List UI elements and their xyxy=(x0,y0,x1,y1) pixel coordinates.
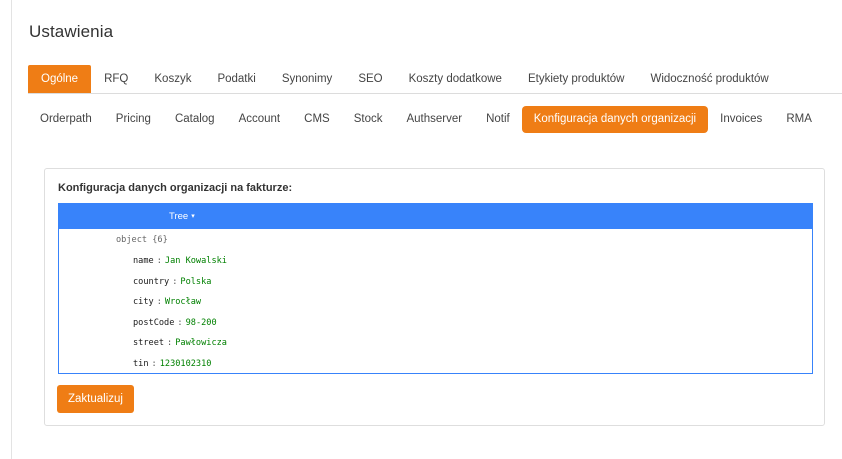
tab-koszyk[interactable]: Koszyk xyxy=(141,65,204,93)
subtab-authserver[interactable]: Authserver xyxy=(394,106,474,133)
editor-mode-dropdown[interactable]: Tree ▾ xyxy=(163,204,201,229)
json-field-tin[interactable]: tin:1230102310 xyxy=(133,357,211,371)
json-value[interactable]: Pawłowicza xyxy=(175,338,227,348)
json-separator: : xyxy=(172,276,178,287)
subtab-notif[interactable]: Notif xyxy=(474,106,522,133)
tab-etykiety-produktow[interactable]: Etykiety produktów xyxy=(515,65,638,93)
json-key[interactable]: tin xyxy=(133,359,149,369)
json-key[interactable]: postCode xyxy=(133,318,174,328)
json-field-city[interactable]: city: Wrocław xyxy=(133,295,201,309)
json-editor-toolbar: Tree ▾ xyxy=(59,204,812,229)
tab-rfq[interactable]: RFQ xyxy=(91,65,141,93)
subtab-rma[interactable]: RMA xyxy=(774,106,824,133)
page-title: Ustawienia xyxy=(29,22,114,41)
organization-config-card: Konfiguracja danych organizacji na faktu… xyxy=(44,168,825,426)
json-value[interactable]: Wrocław xyxy=(165,297,201,307)
editor-mode-label: Tree xyxy=(169,211,189,222)
subtab-stock[interactable]: Stock xyxy=(342,106,395,133)
json-separator: : xyxy=(177,317,183,328)
card-title: Konfiguracja danych organizacji na faktu… xyxy=(58,182,293,194)
tab-widocznosc-produktow[interactable]: Widoczność produktów xyxy=(637,65,781,93)
subtab-invoices[interactable]: Invoices xyxy=(708,106,774,133)
json-field-postcode[interactable]: postCode:98-200 xyxy=(133,316,217,330)
subtab-pricing[interactable]: Pricing xyxy=(104,106,163,133)
json-separator: : xyxy=(167,338,173,348)
secondary-tabs: Orderpath Pricing Catalog Account CMS St… xyxy=(28,106,824,133)
json-key[interactable]: street xyxy=(133,338,164,348)
update-button[interactable]: Zaktualizuj xyxy=(57,385,134,413)
json-separator: : xyxy=(151,358,157,369)
tabs-divider xyxy=(28,93,842,94)
tab-seo[interactable]: SEO xyxy=(345,65,395,93)
left-border xyxy=(11,0,12,459)
subtab-catalog[interactable]: Catalog xyxy=(163,106,227,133)
tab-koszty-dodatkowe[interactable]: Koszty dodatkowe xyxy=(396,65,515,93)
primary-tabs: Ogólne RFQ Koszyk Podatki Synonimy SEO K… xyxy=(28,65,782,93)
subtab-orderpath[interactable]: Orderpath xyxy=(28,106,104,133)
json-field-street[interactable]: street: Pawłowicza xyxy=(133,336,227,350)
subtab-account[interactable]: Account xyxy=(227,106,293,133)
json-root-node[interactable]: object {6} xyxy=(116,233,168,247)
json-field-country[interactable]: country: Polska xyxy=(133,275,211,289)
tab-synonimy[interactable]: Synonimy xyxy=(269,65,346,93)
tab-ogolne[interactable]: Ogólne xyxy=(28,65,92,93)
json-value[interactable]: 98-200 xyxy=(186,318,217,328)
json-editor: Tree ▾ object {6} name: Jan Kowalski count… xyxy=(58,203,813,374)
json-separator: : xyxy=(156,256,162,266)
subtab-cms[interactable]: CMS xyxy=(292,106,342,133)
json-key[interactable]: name xyxy=(133,256,154,266)
subtab-konfiguracja-danych-organizacji[interactable]: Konfiguracja danych organizacji xyxy=(521,106,709,133)
json-key[interactable]: city xyxy=(133,297,154,307)
chevron-down-icon: ▾ xyxy=(191,213,195,220)
json-key[interactable]: country xyxy=(133,277,169,287)
json-field-name[interactable]: name: Jan Kowalski xyxy=(133,254,227,268)
json-value[interactable]: Jan Kowalski xyxy=(165,256,227,266)
tab-podatki[interactable]: Podatki xyxy=(204,65,268,93)
json-separator: : xyxy=(156,297,162,307)
json-value[interactable]: 1230102310 xyxy=(160,359,212,369)
json-value[interactable]: Polska xyxy=(180,277,211,287)
